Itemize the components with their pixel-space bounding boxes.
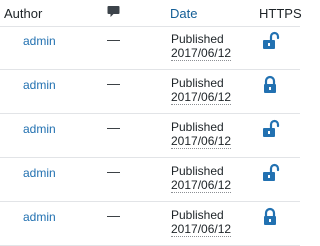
post-status: Published: [171, 32, 224, 46]
table-row: admin — Published 2017/06/12: [0, 202, 300, 246]
unlocked-padlock-icon[interactable]: [262, 119, 280, 139]
author-link[interactable]: admin: [23, 78, 56, 93]
comments-count: —: [107, 120, 120, 135]
comments-count: —: [107, 76, 120, 91]
post-date: 2017/06/12: [171, 134, 232, 149]
post-date: 2017/06/12: [171, 46, 232, 61]
comments-count: —: [107, 208, 120, 223]
comments-count: —: [107, 164, 120, 179]
post-status: Published: [171, 76, 224, 90]
comments-count: —: [107, 32, 120, 47]
author-link[interactable]: admin: [23, 210, 56, 225]
posts-table: Author Date HTTPS admin — Published 2017…: [0, 0, 302, 246]
table-row: admin — Published 2017/06/12: [0, 114, 300, 158]
unlocked-padlock-icon[interactable]: [262, 163, 280, 183]
post-status: Published: [171, 120, 224, 134]
locked-padlock-icon[interactable]: [262, 75, 280, 95]
author-column-header: Author: [4, 6, 43, 21]
table-row: admin — Published 2017/06/12: [0, 26, 300, 70]
locked-padlock-icon[interactable]: [262, 207, 280, 227]
unlocked-padlock-icon[interactable]: [262, 31, 280, 51]
https-column-header: HTTPS: [259, 6, 302, 21]
date-column-header-link[interactable]: Date: [170, 6, 197, 22]
post-status: Published: [171, 208, 224, 222]
author-link[interactable]: admin: [23, 34, 56, 49]
author-link[interactable]: admin: [23, 122, 56, 137]
post-date: 2017/06/12: [171, 90, 232, 105]
post-status: Published: [171, 164, 224, 178]
post-date: 2017/06/12: [171, 178, 232, 193]
table-row: admin — Published 2017/06/12: [0, 70, 300, 114]
table-row: admin — Published 2017/06/12: [0, 158, 300, 202]
post-date: 2017/06/12: [171, 222, 232, 237]
comment-bubble-icon[interactable]: [107, 5, 120, 23]
table-header: Author Date HTTPS: [0, 0, 302, 27]
author-link[interactable]: admin: [23, 166, 56, 181]
